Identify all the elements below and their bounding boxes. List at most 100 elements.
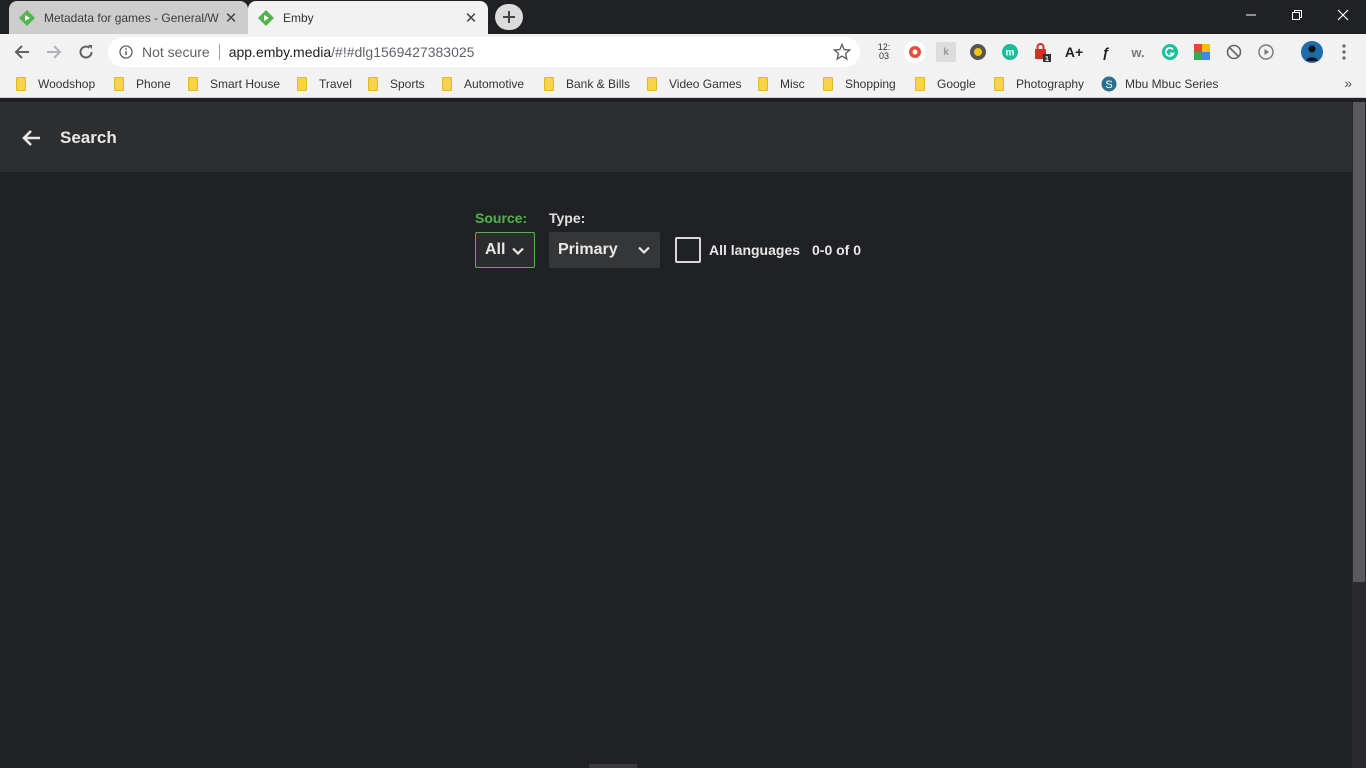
tab-emby[interactable]: Emby ✕ <box>248 1 488 34</box>
bottom-handle <box>589 764 637 768</box>
tab-strip: Metadata for games - General/W ✕ Emby ✕ <box>0 0 1366 34</box>
bookmark-folder[interactable]: Automotive <box>442 76 524 92</box>
chevron-down-icon <box>512 247 524 256</box>
reload-button[interactable] <box>72 38 100 66</box>
folder-icon <box>758 77 768 91</box>
avatar[interactable] <box>1300 40 1324 64</box>
type-value: Primary <box>558 241 618 258</box>
url-path: /#!#dlg1569427383025 <box>331 44 475 60</box>
plus-icon <box>503 11 515 23</box>
bookmark-label: Misc <box>780 77 805 91</box>
extension-badge: 1 <box>1045 56 1049 62</box>
forward-button[interactable] <box>40 38 68 66</box>
all-languages-label: All languages <box>709 242 801 258</box>
page-title: Search <box>60 128 117 147</box>
bookmark-folder[interactable]: Phone <box>114 76 171 92</box>
lastpass-icon[interactable]: 1 <box>1032 42 1052 62</box>
bookmark-folder[interactable]: Woodshop <box>16 76 95 92</box>
back-button[interactable] <box>8 38 36 66</box>
series-favicon-icon: S <box>1101 76 1117 92</box>
bookmark-folder[interactable]: Google <box>915 76 976 92</box>
bookmark-folder[interactable]: Sports <box>368 76 425 92</box>
bookmark-folder[interactable]: Misc <box>758 76 805 92</box>
bookmark-label: Phone <box>136 77 171 91</box>
minimize-icon <box>1246 14 1256 16</box>
address-bar[interactable]: Not secure app.emby.media/#!#dlg15694273… <box>108 37 860 67</box>
type-label: Type: <box>549 210 586 226</box>
restore-button[interactable] <box>1274 0 1320 30</box>
bookmark-folder[interactable]: Bank & Bills <box>544 76 630 92</box>
folder-icon <box>647 77 657 91</box>
block-icon[interactable] <box>1224 42 1244 62</box>
star-icon[interactable] <box>833 43 851 61</box>
play-icon[interactable] <box>1256 42 1276 62</box>
tab-metadata-for-games[interactable]: Metadata for games - General/W ✕ <box>9 1 248 34</box>
menu-icon[interactable] <box>1334 42 1354 62</box>
bookmark-link[interactable]: S Mbu Mbuc Series <box>1101 76 1218 92</box>
grammarly-icon[interactable] <box>1160 42 1180 62</box>
new-tab-button[interactable] <box>495 4 523 30</box>
bookmark-label: Google <box>937 77 976 91</box>
folder-icon <box>915 77 925 91</box>
folder-icon <box>188 77 198 91</box>
bookmark-label: Woodshop <box>38 77 96 91</box>
bookmark-label: Travel <box>319 77 352 91</box>
emby-favicon-icon <box>258 9 274 26</box>
bookmark-label: Automotive <box>464 77 525 91</box>
tab-title: Emby <box>283 10 314 25</box>
arrow-right-icon <box>47 45 62 59</box>
result-count: 0-0 of 0 <box>812 242 862 258</box>
clock-icon[interactable]: 12: 03 <box>874 42 894 62</box>
writer-icon[interactable]: w. <box>1128 42 1148 62</box>
info-icon[interactable] <box>119 45 133 59</box>
folder-icon <box>297 77 307 91</box>
close-tab-icon[interactable]: ✕ <box>221 8 241 28</box>
folder-icon <box>544 77 554 91</box>
google-drive-icon[interactable] <box>1192 42 1212 62</box>
honey-icon[interactable] <box>968 42 988 62</box>
tab-title: Metadata for games - General/W <box>44 10 219 25</box>
chevron-down-icon <box>638 246 650 255</box>
source-label: Source: <box>475 210 528 226</box>
restore-icon <box>1292 10 1302 20</box>
folder-icon <box>442 77 452 91</box>
scrollbar[interactable] <box>1352 102 1366 768</box>
bookmark-folder[interactable]: Shopping <box>823 76 896 92</box>
ublock-icon[interactable] <box>904 41 926 63</box>
close-icon <box>1337 9 1349 21</box>
kite-icon[interactable]: k <box>936 42 956 62</box>
back-arrow-icon[interactable] <box>20 126 44 150</box>
scrollbar-thumb[interactable] <box>1353 102 1365 582</box>
folder-icon <box>16 77 26 91</box>
app-header: Search <box>0 102 1352 172</box>
bookmark-label: Video Games <box>669 77 742 91</box>
type-select[interactable]: Primary <box>549 232 660 268</box>
bookmark-folder[interactable]: Video Games <box>647 76 742 92</box>
arrow-left-icon <box>14 45 29 59</box>
folder-icon <box>114 77 124 91</box>
bookmarks-overflow-icon[interactable]: » <box>1344 75 1352 91</box>
folder-icon <box>823 77 833 91</box>
omnibox-divider <box>218 44 220 60</box>
emby-favicon-icon <box>19 9 35 26</box>
bookmark-folder[interactable]: Photography <box>994 76 1084 92</box>
mercury-icon[interactable]: m <box>1000 42 1020 62</box>
search-content: Source: Type: All Primary All languages … <box>0 172 1352 768</box>
fetch-icon[interactable]: ƒ <box>1096 42 1116 62</box>
browser-toolbar: Not secure app.emby.media/#!#dlg15694273… <box>0 34 1366 70</box>
svg-text:m: m <box>1006 48 1015 59</box>
svg-text:S: S <box>1105 79 1112 91</box>
close-window-button[interactable] <box>1320 0 1366 30</box>
close-tab-icon[interactable]: ✕ <box>461 8 481 28</box>
folder-icon <box>368 77 378 91</box>
reload-icon <box>79 45 93 59</box>
bookmark-label: Shopping <box>845 77 896 91</box>
minimize-button[interactable] <box>1228 0 1274 30</box>
bookmark-folder[interactable]: Smart House <box>188 76 280 92</box>
bookmark-label: Bank & Bills <box>566 77 631 91</box>
bookmark-folder[interactable]: Travel <box>297 76 352 92</box>
all-languages-checkbox[interactable] <box>675 237 701 263</box>
font-size-icon[interactable]: A+ <box>1064 42 1084 62</box>
url-domain: app.emby.media <box>228 44 332 60</box>
source-select[interactable]: All <box>475 232 535 268</box>
